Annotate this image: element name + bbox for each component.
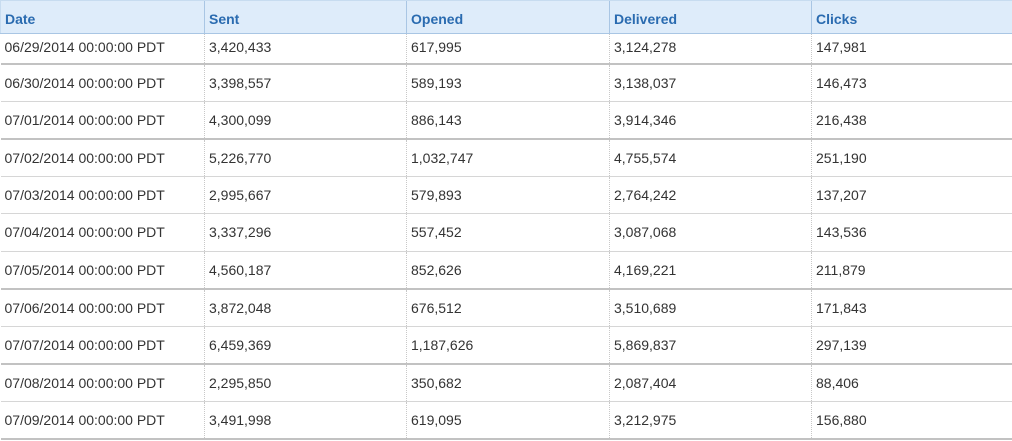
cell-opened: 1,187,626 bbox=[406, 326, 610, 365]
cell-delivered: 3,138,037 bbox=[609, 63, 812, 102]
table-row[interactable]: 07/02/2014 00:00:00 PDT 5,226,770 1,032,… bbox=[0, 138, 1012, 177]
table-row[interactable]: 07/09/2014 00:00:00 PDT 3,491,998 619,09… bbox=[0, 401, 1012, 440]
cell-delivered: 3,212,975 bbox=[609, 401, 812, 440]
cell-sent: 4,300,099 bbox=[204, 101, 407, 140]
column-header-delivered[interactable]: Delivered bbox=[609, 0, 812, 34]
table-row[interactable]: 07/01/2014 00:00:00 PDT 4,300,099 886,14… bbox=[0, 101, 1012, 140]
cell-sent: 3,491,998 bbox=[204, 401, 407, 440]
table-row[interactable]: 07/04/2014 00:00:00 PDT 3,337,296 557,45… bbox=[0, 213, 1012, 252]
cell-opened: 1,032,747 bbox=[406, 138, 610, 177]
cell-opened: 617,995 bbox=[406, 33, 610, 65]
cell-delivered: 4,755,574 bbox=[609, 138, 812, 177]
column-header-sent[interactable]: Sent bbox=[204, 0, 407, 34]
cell-opened: 852,626 bbox=[406, 251, 610, 290]
cell-opened: 619,095 bbox=[406, 401, 610, 440]
cell-delivered: 3,510,689 bbox=[609, 288, 812, 327]
cell-delivered: 3,914,346 bbox=[609, 101, 812, 140]
cell-clicks: 156,880 bbox=[811, 401, 1012, 440]
table-row[interactable]: 06/29/2014 00:00:00 PDT 3,420,433 617,99… bbox=[0, 33, 1012, 65]
cell-sent: 3,420,433 bbox=[204, 33, 407, 65]
cell-clicks: 143,536 bbox=[811, 213, 1012, 252]
cell-opened: 350,682 bbox=[406, 363, 610, 402]
cell-sent: 3,872,048 bbox=[204, 288, 407, 327]
cell-date: 06/30/2014 00:00:00 PDT bbox=[0, 63, 205, 102]
cell-opened: 676,512 bbox=[406, 288, 610, 327]
cell-clicks: 251,190 bbox=[811, 138, 1012, 177]
cell-delivered: 2,087,404 bbox=[609, 363, 812, 402]
cell-date: 07/08/2014 00:00:00 PDT bbox=[0, 363, 205, 402]
table-row[interactable]: 07/06/2014 00:00:00 PDT 3,872,048 676,51… bbox=[0, 288, 1012, 327]
column-header-opened[interactable]: Opened bbox=[406, 0, 610, 34]
cell-delivered: 5,869,837 bbox=[609, 326, 812, 365]
cell-clicks: 146,473 bbox=[811, 63, 1012, 102]
table-row[interactable]: 07/05/2014 00:00:00 PDT 4,560,187 852,62… bbox=[0, 251, 1012, 290]
cell-sent: 4,560,187 bbox=[204, 251, 407, 290]
cell-date: 07/04/2014 00:00:00 PDT bbox=[0, 213, 205, 252]
cell-sent: 3,337,296 bbox=[204, 213, 407, 252]
cell-delivered: 2,764,242 bbox=[609, 176, 812, 214]
cell-sent: 6,459,369 bbox=[204, 326, 407, 365]
cell-sent: 5,226,770 bbox=[204, 138, 407, 177]
cell-clicks: 147,981 bbox=[811, 33, 1012, 65]
cell-clicks: 88,406 bbox=[811, 363, 1012, 402]
header-row: Date Sent Opened Delivered Clicks bbox=[0, 0, 1012, 34]
cell-clicks: 216,438 bbox=[811, 101, 1012, 140]
column-header-clicks[interactable]: Clicks bbox=[811, 0, 1012, 34]
email-stats-table: Date Sent Opened Delivered Clicks 06/29/… bbox=[0, 0, 1012, 440]
cell-opened: 557,452 bbox=[406, 213, 610, 252]
cell-date: 06/29/2014 00:00:00 PDT bbox=[0, 33, 205, 65]
email-stats-grid: Date Sent Opened Delivered Clicks 06/29/… bbox=[0, 0, 1012, 441]
cell-opened: 886,143 bbox=[406, 101, 610, 140]
cell-clicks: 137,207 bbox=[811, 176, 1012, 214]
table-row[interactable]: 06/30/2014 00:00:00 PDT 3,398,557 589,19… bbox=[0, 63, 1012, 102]
cell-opened: 579,893 bbox=[406, 176, 610, 214]
cell-delivered: 4,169,221 bbox=[609, 251, 812, 290]
cell-clicks: 211,879 bbox=[811, 251, 1012, 290]
cell-date: 07/02/2014 00:00:00 PDT bbox=[0, 138, 205, 177]
cell-clicks: 171,843 bbox=[811, 288, 1012, 327]
cell-date: 07/09/2014 00:00:00 PDT bbox=[0, 401, 205, 440]
cell-opened: 589,193 bbox=[406, 63, 610, 102]
cell-delivered: 3,087,068 bbox=[609, 213, 812, 252]
cell-date: 07/01/2014 00:00:00 PDT bbox=[0, 101, 205, 140]
cell-sent: 2,295,850 bbox=[204, 363, 407, 402]
cell-sent: 3,398,557 bbox=[204, 63, 407, 102]
cell-date: 07/03/2014 00:00:00 PDT bbox=[0, 176, 205, 214]
table-row[interactable]: 07/08/2014 00:00:00 PDT 2,295,850 350,68… bbox=[0, 363, 1012, 402]
cell-sent: 2,995,667 bbox=[204, 176, 407, 214]
cell-delivered: 3,124,278 bbox=[609, 33, 812, 65]
table-row[interactable]: 07/07/2014 00:00:00 PDT 6,459,369 1,187,… bbox=[0, 326, 1012, 365]
cell-date: 07/05/2014 00:00:00 PDT bbox=[0, 251, 205, 290]
cell-date: 07/06/2014 00:00:00 PDT bbox=[0, 288, 205, 327]
column-header-date[interactable]: Date bbox=[0, 0, 205, 34]
cell-date: 07/07/2014 00:00:00 PDT bbox=[0, 326, 205, 365]
table-row[interactable]: 07/03/2014 00:00:00 PDT 2,995,667 579,89… bbox=[0, 176, 1012, 214]
cell-clicks: 297,139 bbox=[811, 326, 1012, 365]
